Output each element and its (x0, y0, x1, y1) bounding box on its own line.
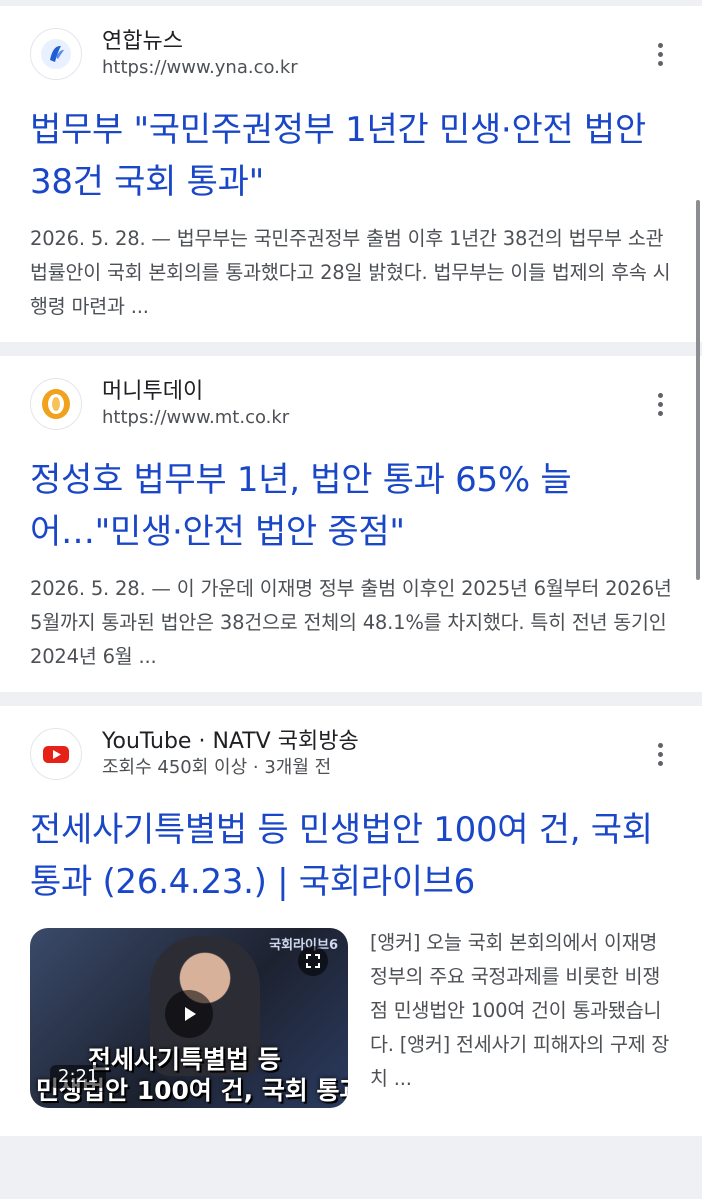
more-vert-icon[interactable] (648, 734, 672, 774)
search-result-yna: 연합뉴스 https://www.yna.co.kr 법무부 "국민주권정부 1… (0, 6, 702, 342)
play-icon[interactable] (165, 990, 213, 1038)
result-title-link[interactable]: 전세사기특별법 등 민생법안 100여 건, 국회 통과 (26.4.23.) … (30, 804, 672, 908)
source-name: YouTube · NATV 국회방송 (102, 729, 359, 754)
video-meta: 조회수 450회 이상 · 3개월 전 (102, 757, 332, 778)
search-result-mt: 머니투데이 https://www.mt.co.kr 정성호 법무부 1년, 법… (0, 356, 702, 692)
yna-logo-icon (30, 28, 82, 80)
video-duration: 2:21 (50, 1065, 107, 1088)
more-vert-icon[interactable] (648, 384, 672, 424)
result-snippet: [앵커] 오늘 국회 본회의에서 이재명 정부의 주요 국정과제를 비롯한 비쟁… (370, 931, 670, 1090)
more-vert-icon[interactable] (648, 34, 672, 74)
page-scrollbar[interactable] (696, 200, 700, 580)
source-url: https://www.yna.co.kr (102, 57, 298, 78)
result-source-row[interactable]: YouTube · NATV 국회방송 조회수 450회 이상 · 3개월 전 (30, 706, 672, 794)
source-name: 머니투데이 (102, 379, 204, 404)
result-title-link[interactable]: 법무부 "국민주권정부 1년간 민생·안전 법안 38건 국회 통과" (30, 104, 672, 208)
expand-icon[interactable] (298, 946, 328, 976)
result-snippet: 2026. 5. 28. — 이 가운데 이재명 정부 출범 이후인 2025년… (30, 577, 672, 668)
bottom-gap (0, 1136, 702, 1146)
source-url: https://www.mt.co.kr (102, 407, 290, 428)
result-title-link[interactable]: 정성호 법무부 1년, 법안 통과 65% 늘어…"민생·안전 법안 중점" (30, 454, 672, 558)
result-source-row[interactable]: 머니투데이 https://www.mt.co.kr (30, 356, 672, 444)
search-result-youtube: YouTube · NATV 국회방송 조회수 450회 이상 · 3개월 전 … (0, 706, 702, 1136)
youtube-logo-icon (30, 728, 82, 780)
result-source-row[interactable]: 연합뉴스 https://www.yna.co.kr (30, 6, 672, 94)
mt-logo-icon (30, 378, 82, 430)
video-thumbnail[interactable]: 국회라이브6 전세사기특별법 등 민생법안 100여 건, 국회 통과 2:21 (30, 928, 348, 1108)
result-snippet: 2026. 5. 28. — 법무부는 국민주권정부 출범 이후 1년간 38건… (30, 227, 671, 318)
source-name: 연합뉴스 (102, 29, 183, 54)
